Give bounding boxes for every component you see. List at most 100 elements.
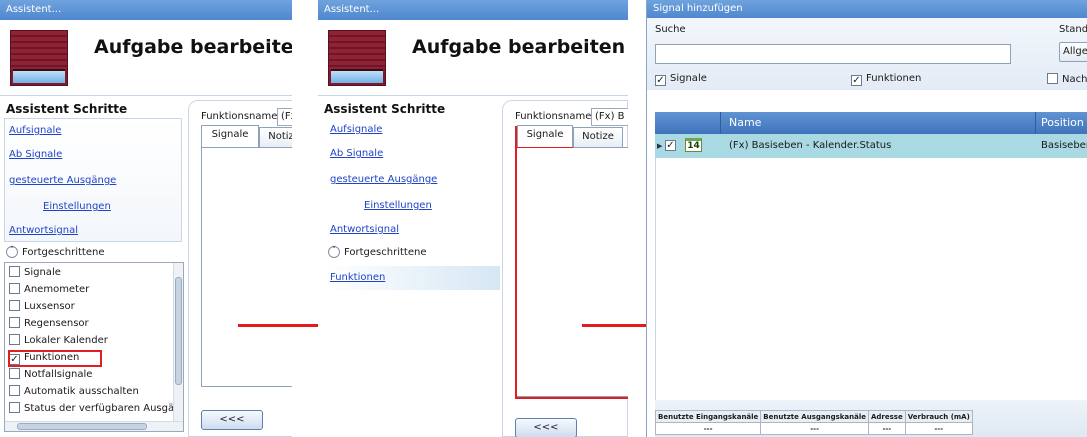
highlight-line <box>515 147 517 399</box>
standard-label: Stand <box>1059 24 1087 35</box>
checkbox-icon[interactable] <box>9 334 20 345</box>
wizard-steps-pane: Assistent Schritte Aufsignale Ab Signale… <box>318 96 500 437</box>
page-title: Aufgabe bearbeiten <box>412 36 626 58</box>
steps-box: Aufsignale Ab Signale gesteuerte Ausgäng… <box>4 118 182 242</box>
checklist-item[interactable]: Anemometer <box>9 281 89 298</box>
checkbox-icon[interactable] <box>9 317 20 328</box>
function-name-label: Funktionsname <box>201 111 278 122</box>
back-button[interactable]: <<< <box>515 418 577 437</box>
tab-notiz[interactable]: Notiz <box>259 127 292 147</box>
grid-header: Name Position N <box>655 112 1087 134</box>
row-expander-icon[interactable]: ▶ <box>657 134 662 158</box>
horizontal-scrollbar[interactable] <box>5 421 183 431</box>
checkbox-icon[interactable] <box>9 385 20 396</box>
steps-title: Assistent Schritte <box>324 102 446 116</box>
step-link-einstellungen[interactable]: Einstellungen <box>364 200 432 211</box>
checklist-item[interactable]: Signale <box>9 264 61 281</box>
step-link-antwortsignal[interactable]: Antwortsignal <box>9 225 78 236</box>
search-input[interactable] <box>655 44 1011 64</box>
tab-signale[interactable]: Signale <box>201 125 259 147</box>
tab-signale[interactable]: Signale <box>517 125 573 147</box>
step-link-gesteuerte-ausgaenge[interactable]: gesteuerte Ausgänge <box>9 175 116 186</box>
stats-value: --- <box>654 422 762 435</box>
checklist-item[interactable]: Luxsensor <box>9 298 75 315</box>
stats-value: --- <box>760 422 869 435</box>
stats-header: Benutzte Eingangskanäle <box>654 410 762 423</box>
step-link-aufsignale[interactable]: Aufsignale <box>9 125 61 136</box>
task-detail-panel: Funktionsname (Fx) Signale Notiz <<< <box>188 100 292 437</box>
highlight-line <box>515 397 628 399</box>
checklist-item[interactable]: Status der verfügbaren Ausgä <box>9 400 174 417</box>
checkbox-checked-icon[interactable]: ✓ <box>655 75 666 86</box>
dialog-filter-area: Suche Stand Allge ✓ Signale ✓ Funktionen N… <box>647 18 1087 90</box>
wizard-header: Aufgabe bearbeiten <box>318 20 628 96</box>
page-title: Aufgabe bearbeiten <box>94 36 292 58</box>
window-title: Assistent... <box>0 0 292 20</box>
advanced-functions-row[interactable]: Funktionen <box>324 266 500 290</box>
column-header-name[interactable]: Name <box>729 112 761 134</box>
signals-list <box>515 147 628 397</box>
channel-stats-table: Benutzte Eingangskanäle Benutzte Ausgang… <box>654 410 973 435</box>
filter-nach[interactable]: Nach <box>1047 73 1087 85</box>
checklist-item[interactable]: Regensensor <box>9 315 89 332</box>
checklist-item[interactable]: Automatik ausschalten <box>9 383 139 400</box>
wizard-window-1: Assistent... Aufgabe bearbeiten Assisten… <box>0 0 292 437</box>
stats-header: Benutzte Ausgangskanäle <box>760 410 869 423</box>
checkbox-icon[interactable] <box>9 300 20 311</box>
standard-dropdown[interactable]: Allge <box>1059 42 1087 62</box>
wizard-steps-pane: Assistent Schritte Aufsignale Ab Signale… <box>0 96 184 437</box>
blinds-icon <box>10 30 68 86</box>
back-button[interactable]: <<< <box>201 410 263 430</box>
checklist-item[interactable]: Lokaler Kalender <box>9 332 108 349</box>
checkbox-icon[interactable] <box>9 402 20 413</box>
row-position: Basiseber <box>1041 140 1087 151</box>
wizard-window-2: Assistent... Aufgabe bearbeiten Assisten… <box>318 0 628 437</box>
filter-signals[interactable]: ✓ Signale <box>655 73 707 86</box>
advanced-toggle[interactable]: ˄ Fortgeschrittene <box>6 245 104 261</box>
step-link-antwortsignal[interactable]: Antwortsignal <box>330 224 399 235</box>
step-link-ab-signale[interactable]: Ab Signale <box>330 148 383 159</box>
advanced-toggle[interactable]: ˅ Fortgeschrittene <box>328 245 426 261</box>
filter-functions[interactable]: ✓ Funktionen <box>851 73 921 86</box>
advanced-label: Fortgeschrittene <box>22 247 105 258</box>
functions-link[interactable]: Funktionen <box>330 272 385 283</box>
step-link-gesteuerte-ausgaenge[interactable]: gesteuerte Ausgänge <box>330 174 437 185</box>
step-link-einstellungen[interactable]: Einstellungen <box>43 201 111 212</box>
search-label: Suche <box>655 24 686 35</box>
chevron-up-icon: ˄ <box>6 246 18 258</box>
signals-list <box>201 147 292 387</box>
steps-title: Assistent Schritte <box>6 102 128 116</box>
blinds-icon <box>328 30 386 86</box>
checkbox-icon[interactable] <box>9 266 20 277</box>
function-name-field[interactable]: (Fx) B <box>591 108 628 126</box>
column-header-position[interactable]: Position N <box>1041 112 1087 134</box>
checkbox-icon[interactable] <box>9 368 20 379</box>
wizard-header: Aufgabe bearbeiten <box>0 20 292 96</box>
checkbox-icon[interactable] <box>1047 73 1058 84</box>
calendar-icon: 14 <box>685 138 702 152</box>
function-name-field[interactable]: (Fx) <box>277 108 292 126</box>
stats-header: Adresse <box>868 410 906 423</box>
chevron-down-icon: ˅ <box>328 246 340 258</box>
stats-value: --- <box>868 422 906 435</box>
dialog-title: Signal hinzufügen <box>647 0 1087 18</box>
tab-notize[interactable]: Notize <box>573 127 623 147</box>
vertical-scrollbar[interactable] <box>173 263 183 421</box>
task-detail-panel: Funktionsname (Fx) B Signale Notize <<< <box>502 100 628 437</box>
step-link-ab-signale[interactable]: Ab Signale <box>9 149 62 160</box>
checklist-item[interactable]: Notfallsignale <box>9 366 92 383</box>
highlight-box <box>8 350 102 367</box>
window-title: Assistent... <box>318 0 628 20</box>
row-name: (Fx) Basiseben - Kalender.Status <box>729 140 892 151</box>
add-signal-dialog: Signal hinzufügen Suche Stand Allge ✓ Sig… <box>646 0 1087 437</box>
checkbox-checked-icon[interactable]: ✓ <box>851 75 862 86</box>
table-row[interactable]: ▶ ✓ 14 (Fx) Basiseben - Kalender.Status … <box>655 134 1087 158</box>
stats-header: Verbrauch (mA) <box>904 410 973 423</box>
checkbox-icon[interactable] <box>9 283 20 294</box>
stats-value: --- <box>904 422 973 435</box>
function-name-label: Funktionsname <box>515 111 592 122</box>
step-link-aufsignale[interactable]: Aufsignale <box>330 124 382 135</box>
checkbox-checked-icon[interactable]: ✓ <box>665 140 676 151</box>
steps-box: Aufsignale Ab Signale gesteuerte Ausgäng… <box>322 118 500 242</box>
signals-grid <box>655 134 1087 400</box>
